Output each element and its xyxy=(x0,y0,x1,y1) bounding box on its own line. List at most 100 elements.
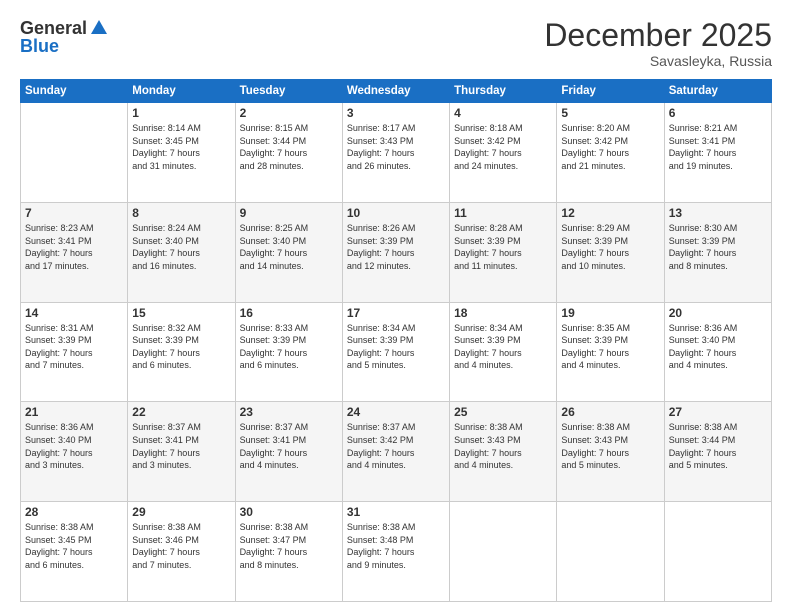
day-info-line: Sunrise: 8:24 AM xyxy=(132,222,230,235)
day-info-line: Sunset: 3:39 PM xyxy=(240,334,338,347)
calendar-cell: 4Sunrise: 8:18 AMSunset: 3:42 PMDaylight… xyxy=(450,103,557,203)
day-info-line: Sunset: 3:40 PM xyxy=(132,235,230,248)
day-info-line: Sunrise: 8:38 AM xyxy=(240,521,338,534)
day-info-line: Sunrise: 8:38 AM xyxy=(25,521,123,534)
day-info: Sunrise: 8:30 AMSunset: 3:39 PMDaylight:… xyxy=(669,222,767,272)
day-info: Sunrise: 8:38 AMSunset: 3:44 PMDaylight:… xyxy=(669,421,767,471)
day-info-line: and 28 minutes. xyxy=(240,160,338,173)
day-info-line: Daylight: 7 hours xyxy=(454,347,552,360)
day-info-line: Sunrise: 8:36 AM xyxy=(669,322,767,335)
col-friday: Friday xyxy=(557,80,664,103)
calendar-week-5: 28Sunrise: 8:38 AMSunset: 3:45 PMDayligh… xyxy=(21,502,772,602)
day-number: 27 xyxy=(669,405,767,419)
day-info-line: Daylight: 7 hours xyxy=(454,147,552,160)
day-info-line: Sunrise: 8:36 AM xyxy=(25,421,123,434)
day-info-line: and 9 minutes. xyxy=(347,559,445,572)
day-info-line: Daylight: 7 hours xyxy=(561,247,659,260)
day-info-line: Sunset: 3:47 PM xyxy=(240,534,338,547)
logo-blue-text: Blue xyxy=(20,36,59,56)
day-info: Sunrise: 8:15 AMSunset: 3:44 PMDaylight:… xyxy=(240,122,338,172)
day-info-line: and 6 minutes. xyxy=(240,359,338,372)
day-info-line: Sunrise: 8:26 AM xyxy=(347,222,445,235)
day-number: 2 xyxy=(240,106,338,120)
calendar-cell: 13 Sunrise: 8:30 AMSunset: 3:39 PMDayligh… xyxy=(664,202,771,302)
day-info-line: and 8 minutes. xyxy=(669,260,767,273)
day-info-line: Sunset: 3:41 PM xyxy=(25,235,123,248)
day-info: Sunrise: 8:36 AMSunset: 3:40 PMDaylight:… xyxy=(25,421,123,471)
day-info: Sunrise: 8:38 AMSunset: 3:43 PMDaylight:… xyxy=(454,421,552,471)
calendar-week-1: 1Sunrise: 8:14 AMSunset: 3:45 PMDaylight… xyxy=(21,103,772,203)
day-info-line: Sunrise: 8:15 AM xyxy=(240,122,338,135)
day-info-line: and 17 minutes. xyxy=(25,260,123,273)
header: General Blue December 2025 Savasleyka, R… xyxy=(20,18,772,69)
calendar-cell: 26Sunrise: 8:38 AMSunset: 3:43 PMDayligh… xyxy=(557,402,664,502)
day-info-line: Sunrise: 8:31 AM xyxy=(25,322,123,335)
day-info: Sunrise: 8:31 AMSunset: 3:39 PMDaylight:… xyxy=(25,322,123,372)
day-info-line: Daylight: 7 hours xyxy=(132,247,230,260)
day-info-line: Daylight: 7 hours xyxy=(240,147,338,160)
day-number: 6 xyxy=(669,106,767,120)
day-info-line: and 21 minutes. xyxy=(561,160,659,173)
day-info-line: Sunset: 3:41 PM xyxy=(240,434,338,447)
day-info-line: Sunset: 3:45 PM xyxy=(25,534,123,547)
calendar-cell: 21Sunrise: 8:36 AMSunset: 3:40 PMDayligh… xyxy=(21,402,128,502)
day-info-line: Sunrise: 8:21 AM xyxy=(669,122,767,135)
day-number: 9 xyxy=(240,206,338,220)
day-info-line: and 3 minutes. xyxy=(132,459,230,472)
day-info-line: Sunrise: 8:38 AM xyxy=(454,421,552,434)
calendar-header-row: Sunday Monday Tuesday Wednesday Thursday… xyxy=(21,80,772,103)
col-sunday: Sunday xyxy=(21,80,128,103)
day-info-line: Daylight: 7 hours xyxy=(132,347,230,360)
day-info-line: Daylight: 7 hours xyxy=(454,247,552,260)
day-info-line: and 31 minutes. xyxy=(132,160,230,173)
day-number: 22 xyxy=(132,405,230,419)
day-info-line: and 19 minutes. xyxy=(669,160,767,173)
day-info-line: and 5 minutes. xyxy=(561,459,659,472)
calendar-cell: 16Sunrise: 8:33 AMSunset: 3:39 PMDayligh… xyxy=(235,302,342,402)
day-number: 5 xyxy=(561,106,659,120)
calendar-cell: 24 Sunrise: 8:37 AMSunset: 3:42 PMDayligh… xyxy=(342,402,449,502)
day-info-line: Sunset: 3:43 PM xyxy=(561,434,659,447)
day-info: Sunrise: 8:33 AMSunset: 3:39 PMDaylight:… xyxy=(240,322,338,372)
day-info-line: and 7 minutes. xyxy=(132,559,230,572)
day-info: Sunrise: 8:24 AMSunset: 3:40 PMDaylight:… xyxy=(132,222,230,272)
day-number: 24 xyxy=(347,405,445,419)
day-info-line: Sunrise: 8:34 AM xyxy=(454,322,552,335)
calendar-cell: 2 Sunrise: 8:15 AMSunset: 3:44 PMDaylight… xyxy=(235,103,342,203)
day-number: 12 xyxy=(561,206,659,220)
calendar-cell: 22Sunrise: 8:37 AMSunset: 3:41 PMDayligh… xyxy=(128,402,235,502)
day-number: 13 xyxy=(669,206,767,220)
day-info: Sunrise: 8:36 AMSunset: 3:40 PMDaylight:… xyxy=(669,322,767,372)
day-info-line: and 4 minutes. xyxy=(347,459,445,472)
day-info-line: Sunrise: 8:33 AM xyxy=(240,322,338,335)
col-saturday: Saturday xyxy=(664,80,771,103)
day-info-line: Sunrise: 8:38 AM xyxy=(669,421,767,434)
day-info-line: Sunset: 3:44 PM xyxy=(240,135,338,148)
day-info-line: Sunset: 3:40 PM xyxy=(240,235,338,248)
calendar-cell: 17Sunrise: 8:34 AMSunset: 3:39 PMDayligh… xyxy=(342,302,449,402)
day-info-line: Sunrise: 8:18 AM xyxy=(454,122,552,135)
day-info-line: Sunset: 3:42 PM xyxy=(454,135,552,148)
day-info-line: Sunset: 3:44 PM xyxy=(669,434,767,447)
day-info-line: Sunset: 3:39 PM xyxy=(454,334,552,347)
calendar-week-4: 21Sunrise: 8:36 AMSunset: 3:40 PMDayligh… xyxy=(21,402,772,502)
day-number: 25 xyxy=(454,405,552,419)
day-info-line: Sunrise: 8:38 AM xyxy=(347,521,445,534)
day-info: Sunrise: 8:25 AMSunset: 3:40 PMDaylight:… xyxy=(240,222,338,272)
day-info: Sunrise: 8:14 AMSunset: 3:45 PMDaylight:… xyxy=(132,122,230,172)
day-info: Sunrise: 8:38 AMSunset: 3:48 PMDaylight:… xyxy=(347,521,445,571)
logo-icon xyxy=(89,18,109,38)
day-number: 23 xyxy=(240,405,338,419)
day-number: 8 xyxy=(132,206,230,220)
day-info-line: Sunrise: 8:37 AM xyxy=(347,421,445,434)
day-info-line: Sunset: 3:39 PM xyxy=(561,235,659,248)
day-info-line: Sunrise: 8:37 AM xyxy=(240,421,338,434)
day-info-line: Daylight: 7 hours xyxy=(240,347,338,360)
day-info-line: Daylight: 7 hours xyxy=(561,347,659,360)
day-info-line: Sunset: 3:48 PM xyxy=(347,534,445,547)
calendar-cell: 1Sunrise: 8:14 AMSunset: 3:45 PMDaylight… xyxy=(128,103,235,203)
day-info-line: Daylight: 7 hours xyxy=(561,147,659,160)
day-info-line: Daylight: 7 hours xyxy=(25,247,123,260)
day-info-line: Daylight: 7 hours xyxy=(240,447,338,460)
day-info: Sunrise: 8:37 AMSunset: 3:42 PMDaylight:… xyxy=(347,421,445,471)
